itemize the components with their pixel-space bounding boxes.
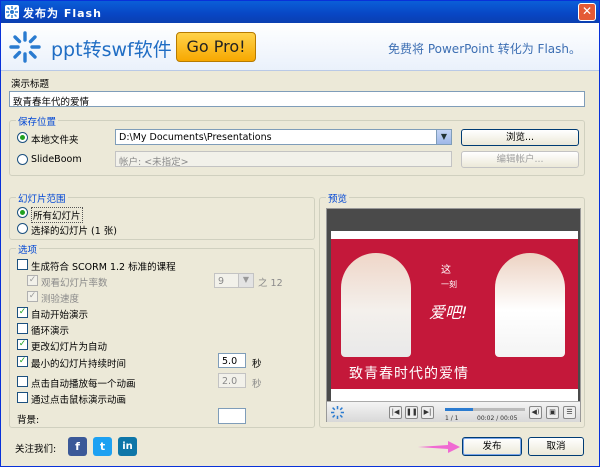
window-title: 发布为 Flash [23,7,102,20]
loop-checkbox[interactable] [17,323,28,334]
fullscreen-icon[interactable]: ▣ [546,406,559,419]
outline-icon[interactable]: ☰ [563,406,576,419]
app-icon [5,5,19,19]
brand-logo-icon [9,31,41,63]
player-logo-icon [331,406,344,419]
auto-advance-checkbox[interactable]: ✓ [17,339,28,350]
slide-title: 致青春时代的爱情 [349,366,469,382]
publish-dialog: 发布为 Flash ✕ ppt转swf软件 Go Pro! 免费将 PowerP… [0,0,600,467]
min-duration-input[interactable]: 5.0 [218,353,246,368]
slideboom-radio[interactable] [17,154,28,165]
local-path-value: D:\My Documents\Presentations [119,132,272,143]
quiz-speed-checkbox[interactable]: ✓ [27,291,38,302]
progress-bar[interactable] [445,408,525,411]
slide-text-mid: 一刻 [441,280,457,289]
loop-label: 循环演示 [31,326,70,337]
autoplay-animation-checkbox[interactable] [17,376,28,387]
preview-player: 这 一刻 爱吧! 致青春时代的爱情 |◀ ❚❚ ▶| 1 / 1 00:02 /… [326,208,581,422]
slide-text-top: 这 [441,265,451,276]
slideboom-label: SlideBoom [31,154,82,165]
options-legend: 选项 [16,242,40,256]
edit-account-button[interactable]: 编辑帐户... [461,151,579,168]
arrow-pointer-icon [418,441,460,453]
title-bar: 发布为 Flash ✕ [1,1,599,23]
viewed-slides-checkbox[interactable]: ✓ [27,275,38,286]
browse-button[interactable]: 浏览... [461,129,579,146]
min-duration-unit: 秒 [252,359,262,370]
all-slides-radio[interactable] [17,207,28,218]
publish-button[interactable]: 发布 [462,437,522,456]
tagline: 免费将 PowerPoint 转化为 Flash。 [388,42,581,56]
animation-delay-input[interactable]: 2.0 [218,373,246,388]
local-folder-radio[interactable] [17,132,28,143]
player-controls: |◀ ❚❚ ▶| 1 / 1 00:02 / 00:05 ◀) ▣ ☰ [327,401,580,422]
selected-slides-radio[interactable] [17,223,28,234]
autostart-label: 自动开始演示 [31,310,89,321]
mouse-animation-label: 通过点击鼠标演示动画 [31,395,127,406]
viewed-slides-suffix: 之 12 [258,278,283,289]
follow-us-label: 关注我们: [15,444,57,455]
chevron-down-icon[interactable]: ▼ [238,274,253,287]
preview-legend: 预览 [326,191,350,205]
viewed-slides-value: 9 [218,276,225,287]
local-folder-label: 本地文件夹 [31,135,79,146]
all-slides-label: 所有幻灯片 [31,207,83,223]
selected-slides-label: 选择的幻灯片 (1 张) [31,226,117,237]
brand-name: ppt转swf软件 [51,39,172,61]
go-pro-button[interactable]: Go Pro! [176,32,256,62]
close-button[interactable]: ✕ [578,3,596,21]
animation-delay-unit: 秒 [252,379,262,390]
time-indicator: 00:02 / 00:05 [477,415,518,422]
viewed-slides-label: 观看幻灯片率数 [41,278,108,289]
presentation-title-label: 演示标题 [11,79,50,90]
scorm-label: 生成符合 SCORM 1.2 标准的课程 [31,262,176,273]
account-field[interactable]: 帐户: <未指定> [115,151,452,167]
viewed-slides-select[interactable]: 9 ▼ [214,273,254,288]
slide-photo-right [495,253,565,357]
presentation-title-input[interactable]: 致青春年代的爱情 [9,91,585,107]
min-duration-checkbox[interactable]: ✓ [17,356,28,367]
next-slide-icon[interactable]: ▶| [421,406,434,419]
scorm-checkbox[interactable] [17,259,28,270]
prev-slide-icon[interactable]: |◀ [389,406,402,419]
banner: ppt转swf软件 Go Pro! 免费将 PowerPoint 转化为 Fla… [1,23,599,71]
slide-range-legend: 幻灯片范围 [16,191,68,205]
autostart-checkbox[interactable]: ✓ [17,307,28,318]
progress-fill [445,408,473,411]
auto-advance-label: 更改幻灯片为自动 [31,342,108,353]
background-color-swatch[interactable] [218,408,246,424]
autoplay-animation-label: 点击自动播放每一个动画 [31,379,136,390]
background-label: 背景: [17,415,40,426]
local-path-combo[interactable]: D:\My Documents\Presentations ▼ [115,129,452,145]
slide-photo-left [341,253,411,357]
quiz-speed-label: 测验速度 [41,294,80,305]
pause-icon[interactable]: ❚❚ [405,406,418,419]
slide-text-love: 爱吧! [429,303,468,322]
slide-preview: 这 一刻 爱吧! 致青春时代的爱情 [331,231,578,401]
facebook-icon[interactable]: f [68,437,87,456]
volume-icon[interactable]: ◀) [529,406,542,419]
cancel-button[interactable]: 取消 [528,437,584,456]
linkedin-icon[interactable]: in [118,437,137,456]
min-duration-label: 最小的幻灯片持续时间 [31,359,127,370]
twitter-icon[interactable]: t [93,437,112,456]
mouse-animation-checkbox[interactable] [17,392,28,403]
save-location-legend: 保存位置 [16,114,59,128]
page-indicator: 1 / 1 [445,415,459,422]
chevron-down-icon[interactable]: ▼ [436,130,451,144]
